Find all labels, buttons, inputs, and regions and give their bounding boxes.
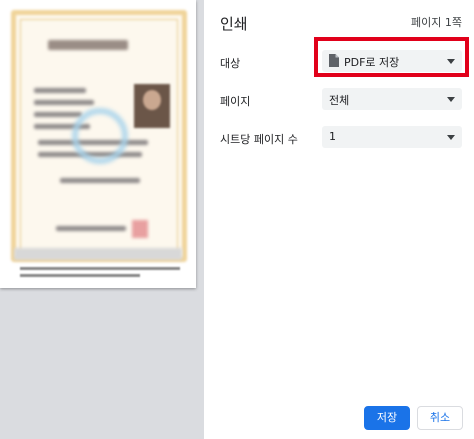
certificate-title-blurred xyxy=(48,40,128,50)
certificate-footnote-line xyxy=(20,267,180,270)
dialog-title: 인쇄 xyxy=(220,15,248,33)
pages-value: 전체 xyxy=(329,94,350,107)
print-preview-pane[interactable] xyxy=(0,0,204,439)
page-count: 페이지 1쪽 xyxy=(411,16,462,29)
certificate-seal xyxy=(132,220,148,238)
certificate-text-line xyxy=(34,88,86,93)
pages-per-sheet-label: 시트당 페이지 수 xyxy=(220,133,298,146)
certificate-footnote-line xyxy=(20,274,140,277)
pages-per-sheet-value: 1 xyxy=(329,130,336,143)
certificate-text-line xyxy=(56,226,126,231)
pages-label: 페이지 xyxy=(220,95,251,108)
pages-per-sheet-select[interactable]: 1 xyxy=(322,126,462,148)
certificate-photo xyxy=(134,84,170,128)
preview-page-band xyxy=(14,248,182,260)
preview-page xyxy=(0,0,196,288)
certificate-text-line xyxy=(60,178,140,183)
certificate-text-line xyxy=(34,112,82,117)
cancel-button[interactable]: 취소 xyxy=(417,406,463,430)
print-settings-pane: 인쇄 페이지 1쪽 대상 PDF로 저장 페이지 전체 시트당 페이지 수 1 … xyxy=(204,0,474,439)
chevron-down-icon xyxy=(447,135,455,140)
highlight-annotation-box xyxy=(314,37,469,77)
certificate-watermark xyxy=(72,108,128,164)
save-button[interactable]: 저장 xyxy=(364,406,410,430)
pages-select[interactable]: 전체 xyxy=(322,88,462,110)
chevron-down-icon xyxy=(447,97,455,102)
certificate-text-line xyxy=(34,100,94,105)
destination-label: 대상 xyxy=(220,57,241,70)
